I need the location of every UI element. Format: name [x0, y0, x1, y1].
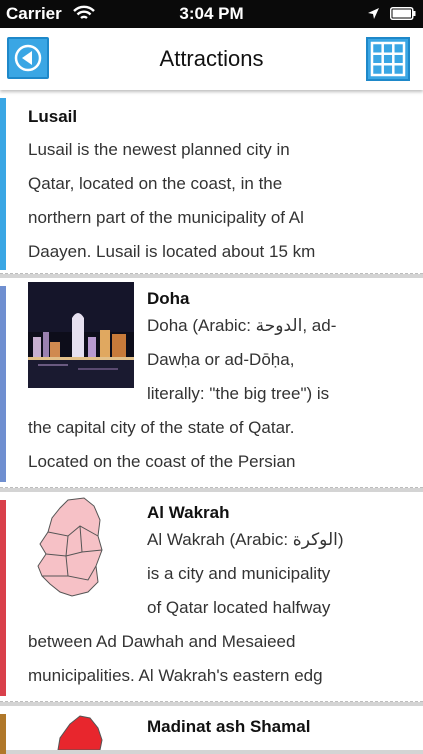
grid-icon: [370, 41, 406, 77]
attraction-title: Al Wakrah: [147, 503, 230, 522]
doha-skyline-thumbnail: [28, 282, 134, 388]
qatar-map-thumbnail: [28, 710, 134, 750]
page-title: Attractions: [159, 46, 264, 71]
battery-icon: [390, 7, 416, 20]
status-time: 3:04 PM: [179, 4, 244, 23]
attraction-title: Lusail: [28, 107, 78, 126]
list-item[interactable]: Doha Doha (Arabic: الدوحة, ad- Dawḥa or …: [0, 278, 423, 488]
accent-bar: [0, 286, 6, 482]
accent-bar: [0, 500, 6, 696]
status-bar: Carrier 3:04 PM: [0, 0, 423, 28]
attraction-description-continued: the capital city of the state of Qatar. …: [28, 418, 296, 471]
qatar-map-thumbnail: [28, 496, 134, 602]
attraction-title: Madinat ash Shamal: [147, 717, 311, 736]
attraction-description-continued: between Ad Dawhah and Mesaieed municipal…: [28, 632, 323, 685]
location-arrow-icon: [368, 8, 379, 19]
list-item[interactable]: Al Wakrah Al Wakrah (Arabic: الوكرة) is …: [0, 492, 423, 702]
grid-view-button[interactable]: [366, 37, 410, 81]
attraction-description: Lusail is the newest planned city in Qat…: [28, 140, 316, 261]
attraction-description: Al Wakrah (Arabic: الوكرة) is a city and…: [147, 530, 344, 617]
accent-bar: [0, 98, 6, 270]
list-item[interactable]: Lusail Lusail is the newest planned city…: [0, 90, 423, 274]
list-item[interactable]: Madinat ash Shamal: [0, 706, 423, 754]
nav-bar: Attractions: [0, 28, 423, 90]
attraction-description: Doha (Arabic: الدوحة, ad- Dawḥa or ad-Dō…: [147, 316, 337, 403]
attraction-title: Doha: [147, 289, 190, 308]
accent-bar: [0, 714, 6, 754]
